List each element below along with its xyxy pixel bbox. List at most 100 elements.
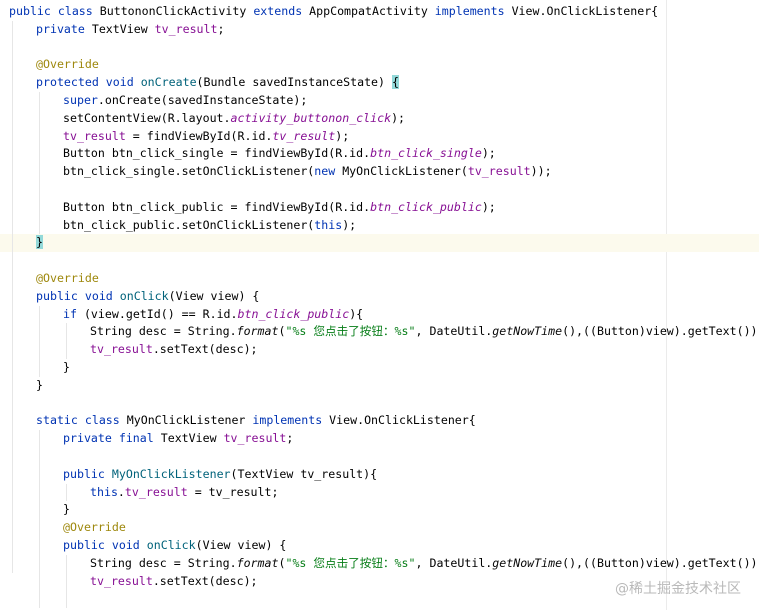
code-token: );	[481, 199, 496, 214]
matched-brace: {	[392, 75, 399, 90]
code-token: tv_result	[90, 573, 153, 588]
code-line[interactable]: if (view.getId() == R.id.btn_click_publi…	[0, 306, 759, 324]
code-line[interactable]: static class MyOnClickListener implement…	[0, 412, 759, 430]
code-token: TextView	[91, 21, 155, 36]
code-token: implements	[252, 413, 330, 428]
code-line-text: Button btn_click_single = findViewById(R…	[63, 145, 496, 163]
code-line-text: public void onClick(View view) {	[63, 537, 286, 555]
code-token: View.OnClickListener{	[329, 413, 476, 428]
code-line[interactable]: Button btn_click_single = findViewById(R…	[0, 145, 759, 163]
code-line[interactable]: private TextView tv_result;	[0, 21, 759, 39]
code-line[interactable]	[0, 181, 759, 199]
code-line-text: tv_result.setText(desc);	[90, 573, 258, 591]
code-token: Button btn_click_public = findViewById(R…	[63, 199, 371, 214]
code-token: }	[63, 502, 70, 517]
code-line-text: }	[36, 234, 43, 252]
code-token: if	[63, 306, 84, 321]
code-line[interactable]: @Override	[0, 270, 759, 288]
code-token: tv_result	[272, 128, 336, 143]
code-token: tv_result	[467, 164, 531, 179]
indent-guide	[39, 305, 40, 377]
code-token: }	[63, 360, 70, 374]
code-line-text: setContentView(R.layout.activity_buttono…	[63, 110, 405, 128]
code-line[interactable]: @Override	[0, 519, 759, 537]
code-token: format	[236, 324, 279, 339]
code-token: btn_click_public.setOnClickListener(	[63, 217, 315, 232]
code-line[interactable]: String desc = String.format("%s 您点击了按钮：%…	[0, 323, 759, 341]
code-token: MyOnClickListener(	[342, 164, 468, 179]
code-token: tv_result	[154, 21, 218, 36]
code-token: private final	[63, 431, 161, 446]
code-line[interactable]: @Override	[0, 56, 759, 74]
code-line[interactable]: public MyOnClickListener(TextView tv_res…	[0, 466, 759, 484]
code-token: (TextView tv_result){	[230, 466, 378, 481]
code-editor[interactable]: public class ButtononClickActivity exten…	[0, 0, 759, 610]
code-token: tv_result	[63, 128, 126, 143]
code-token: extends	[253, 4, 310, 18]
code-token: TextView	[160, 431, 224, 446]
code-token: btn_click_public	[370, 199, 482, 214]
code-line[interactable]: }	[0, 359, 759, 377]
code-token: .setText(desc);	[152, 342, 258, 357]
code-line[interactable]: protected void onCreate(Bundle savedInst…	[0, 74, 759, 92]
code-line[interactable]: String desc = String.format("%s 您点击了按钮：%…	[0, 555, 759, 573]
code-line-text: }	[63, 359, 70, 377]
indent-guide	[66, 323, 67, 359]
code-line-text: tv_result.setText(desc);	[90, 341, 258, 359]
code-line[interactable]	[0, 448, 759, 466]
watermark-text: @稀土掘金技术社区	[615, 581, 741, 597]
code-token: protected void	[36, 75, 141, 90]
code-token: onClick	[146, 538, 196, 552]
code-line[interactable]: this.tv_result = tv_result;	[0, 484, 759, 502]
code-token: .	[117, 484, 125, 499]
code-line[interactable]	[0, 39, 759, 57]
code-line-text: static class MyOnClickListener implement…	[36, 412, 476, 430]
code-line[interactable]: tv_result = findViewById(R.id.tv_result)…	[0, 128, 759, 146]
code-token: ));	[530, 164, 552, 179]
code-token: .setText(desc);	[152, 573, 258, 588]
code-token: );	[391, 110, 406, 125]
code-token: );	[335, 128, 350, 143]
code-token: tv_result	[223, 431, 287, 446]
code-token: AppCompatActivity	[309, 4, 435, 18]
code-line[interactable]: public void onClick(View view) {	[0, 537, 759, 555]
code-line[interactable]	[0, 252, 759, 270]
code-line-text: String desc = String.format("%s 您点击了按钮：%…	[90, 323, 759, 341]
code-token: = findViewById(R.id.	[125, 128, 273, 143]
code-line[interactable]: }	[0, 234, 759, 253]
code-token: MyOnClickListener	[111, 466, 231, 481]
code-token: = tv_result;	[187, 484, 279, 499]
code-token: this	[90, 484, 118, 499]
code-line-text: super.onCreate(savedInstanceState);	[63, 92, 307, 110]
code-line-text: }	[36, 377, 43, 395]
code-line[interactable]: tv_result.setText(desc);	[0, 341, 759, 359]
code-line[interactable]: btn_click_public.setOnClickListener(this…	[0, 217, 759, 235]
code-line[interactable]: }	[0, 377, 759, 395]
code-line-text: btn_click_single.setOnClickListener(new …	[63, 163, 552, 181]
code-token: View.OnClickListener{	[511, 4, 659, 18]
code-line-text: String desc = String.format("%s 您点击了按钮：%…	[90, 555, 759, 573]
code-token: (view.getId() == R.id.	[83, 306, 238, 321]
code-line-text: protected void onCreate(Bundle savedInst…	[36, 74, 399, 92]
code-line[interactable]: public void onClick(View view) {	[0, 288, 759, 306]
indent-guide	[66, 483, 67, 502]
code-token: implements	[434, 4, 512, 18]
code-line[interactable]: Button btn_click_public = findViewById(R…	[0, 199, 759, 217]
code-token: btn_click_public	[237, 306, 350, 321]
code-line-text: if (view.getId() == R.id.btn_click_publi…	[63, 306, 363, 324]
code-line[interactable]: super.onCreate(savedInstanceState);	[0, 92, 759, 110]
code-token: super	[63, 93, 98, 107]
code-line[interactable]: setContentView(R.layout.activity_buttono…	[0, 110, 759, 128]
code-line[interactable]: public class ButtononClickActivity exten…	[0, 3, 759, 21]
code-token: String desc = String.	[90, 324, 237, 339]
code-line-text: public void onClick(View view) {	[36, 288, 259, 306]
code-line-text: public MyOnClickListener(TextView tv_res…	[63, 466, 377, 484]
code-token: private	[36, 21, 92, 36]
code-line-text: tv_result = findViewById(R.id.tv_result)…	[63, 128, 349, 146]
code-token: (),((Button)view).getText());	[562, 555, 759, 570]
code-line[interactable]	[0, 395, 759, 413]
code-line[interactable]: }	[0, 501, 759, 519]
code-line-text: private TextView tv_result;	[36, 21, 224, 39]
code-line[interactable]: private final TextView tv_result;	[0, 430, 759, 448]
code-line[interactable]: btn_click_single.setOnClickListener(new …	[0, 163, 759, 181]
